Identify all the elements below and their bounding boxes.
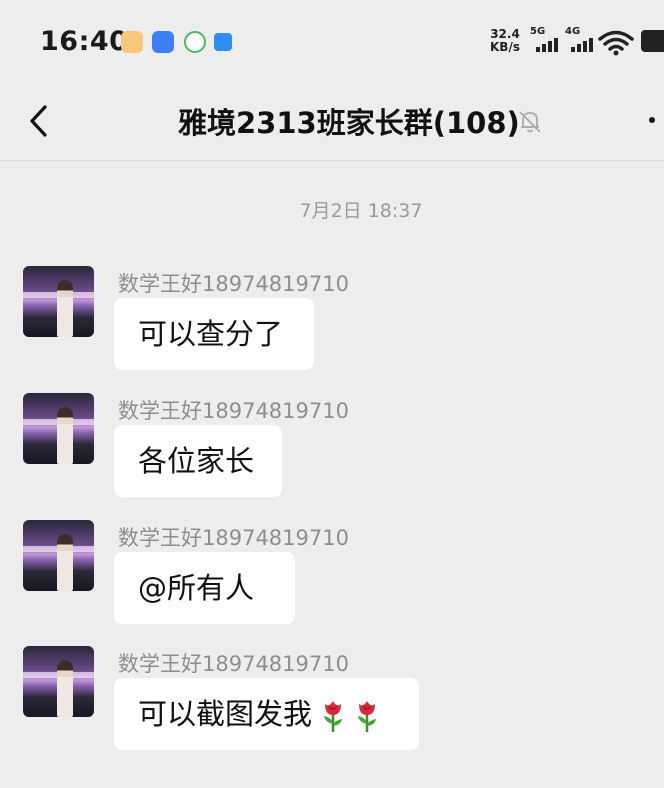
message-bubble[interactable]: @所有人 — [114, 552, 295, 624]
avatar[interactable] — [23, 266, 94, 337]
message-bubble[interactable]: 可以截图发我 — [114, 678, 419, 750]
net-speed-unit: KB/s — [490, 40, 520, 54]
message-text: 可以截图发我 — [138, 697, 313, 731]
message-item: 数学王好18974819710 各位家长 — [0, 393, 664, 513]
chat-title: 雅境2313班家长群(108) — [178, 106, 520, 140]
message-item: 数学王好18974819710 可以查分了 — [0, 266, 664, 386]
mute-bell-icon — [519, 111, 541, 133]
browser-icon — [152, 31, 174, 53]
sender-name: 数学王好18974819710 — [118, 399, 349, 423]
taobao-icon — [121, 31, 143, 53]
avatar[interactable] — [23, 520, 94, 591]
rose-icon — [324, 701, 343, 732]
message-item: 数学王好18974819710 可以截图发我 — [0, 646, 664, 766]
sender-name: 数学王好18974819710 — [118, 652, 349, 676]
avatar[interactable] — [23, 646, 94, 717]
net-speed: 32.4 KB/s — [490, 28, 520, 54]
app-icon — [214, 33, 232, 51]
chat-header: 雅境2313班家长群(108) — [0, 84, 664, 161]
battery-icon — [641, 30, 664, 52]
back-icon[interactable] — [26, 101, 54, 141]
sender-name: 数学王好18974819710 — [118, 526, 349, 550]
message-item: 数学王好18974819710 @所有人 — [0, 520, 664, 640]
sender-name: 数学王好18974819710 — [118, 272, 349, 296]
status-bar: 16:40 32.4 KB/s 5G 4G — [0, 0, 664, 84]
sim2-label: 4G — [565, 26, 581, 37]
sim1-label: 5G — [530, 26, 546, 37]
message-bubble[interactable]: 各位家长 — [114, 425, 282, 497]
message-bubble[interactable]: 可以查分了 — [114, 298, 314, 370]
wifi-icon — [598, 30, 634, 56]
rose-icon — [358, 701, 377, 732]
recycle-icon — [184, 31, 206, 53]
chat-timestamp: 7月2日 18:37 — [299, 200, 423, 222]
more-icon[interactable] — [649, 117, 655, 123]
status-time: 16:40 — [40, 26, 129, 57]
avatar[interactable] — [23, 393, 94, 464]
